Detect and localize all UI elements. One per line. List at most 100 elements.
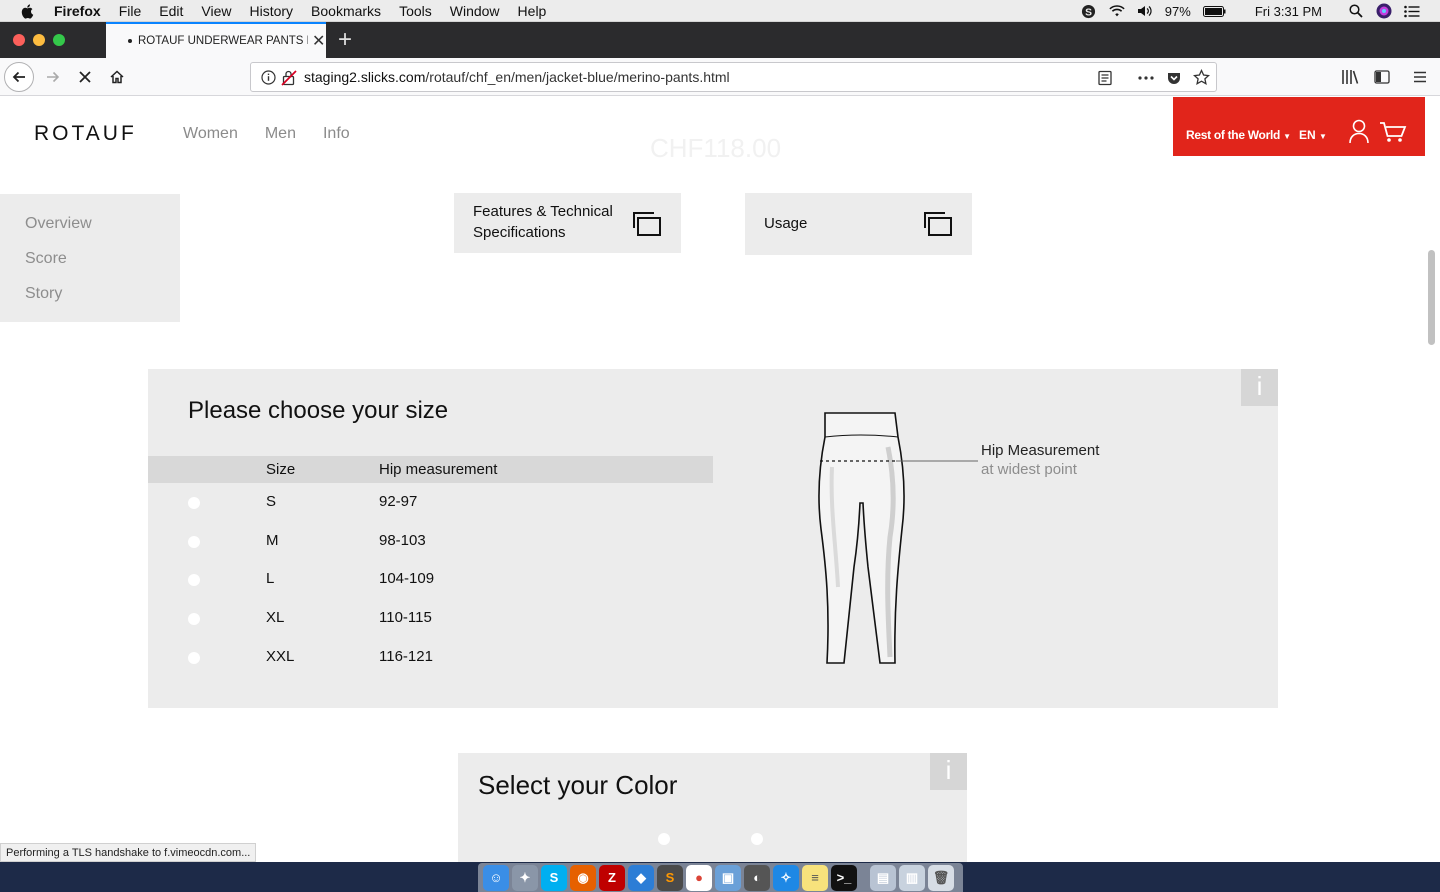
menu-edit[interactable]: Edit (159, 3, 183, 19)
pocket-icon[interactable] (1166, 70, 1182, 86)
apple-menu-icon[interactable] (20, 3, 36, 19)
size-row[interactable]: M 98-103 (148, 528, 713, 558)
size-radio[interactable] (188, 574, 200, 586)
usage-label: Usage (764, 215, 808, 232)
nav-info[interactable]: Info (323, 125, 350, 143)
size-row[interactable]: XXL 116-121 (148, 644, 713, 674)
page-actions-icon[interactable] (1137, 70, 1155, 86)
finder-icon[interactable]: ☺ (483, 864, 509, 891)
sublime-text-icon[interactable]: S (657, 864, 683, 891)
page-scrollbar[interactable] (1428, 250, 1435, 345)
size-info-button[interactable]: i (1241, 369, 1278, 406)
spotlight-search-icon[interactable] (1348, 3, 1364, 19)
sidebar-toggle-icon[interactable] (1374, 69, 1390, 85)
usage-tile[interactable]: Usage (745, 193, 972, 255)
window-zoom-button[interactable] (53, 34, 65, 46)
size-selector-panel: Please choose your size i Size Hip measu… (148, 369, 1278, 708)
size-row[interactable]: S 92-97 (148, 489, 713, 519)
notes-icon[interactable]: ≡ (802, 864, 828, 891)
menu-help[interactable]: Help (518, 3, 547, 19)
caret-down-icon: ▼ (1283, 132, 1291, 141)
tab-loading-indicator (128, 39, 132, 43)
insecure-lock-icon[interactable] (281, 69, 297, 86)
site-logo[interactable]: ROTAUF (34, 122, 137, 146)
size-value: XXL (266, 648, 295, 665)
new-tab-button[interactable]: + (338, 26, 352, 54)
siri-icon[interactable] (1376, 3, 1392, 19)
shopping-cart-icon[interactable] (1379, 121, 1407, 143)
notification-center-icon[interactable] (1404, 3, 1420, 19)
stop-loading-button[interactable] (70, 62, 100, 92)
wifi-icon[interactable] (1109, 3, 1125, 19)
menu-file[interactable]: File (119, 3, 142, 19)
window-minimize-button[interactable] (33, 34, 45, 46)
region-header-box: Rest of the World ▼ EN ▼ (1173, 97, 1425, 156)
forward-button[interactable] (38, 62, 68, 92)
features-specs-tile[interactable]: Features & Technical Specifications (454, 193, 681, 253)
safari-icon[interactable]: ✧ (773, 864, 799, 891)
reader-view-icon[interactable] (1097, 70, 1113, 86)
trash-icon[interactable]: 🗑 (928, 864, 954, 891)
color-info-button[interactable]: i (930, 753, 967, 790)
url-host: staging2.slicks.com (304, 69, 426, 85)
menu-bookmarks[interactable]: Bookmarks (311, 3, 381, 19)
menu-history[interactable]: History (249, 3, 293, 19)
macos-menu-bar: Firefox File Edit View History Bookmarks… (0, 0, 1440, 22)
terminal-icon[interactable]: >_ (831, 864, 857, 891)
size-radio[interactable] (188, 652, 200, 664)
bookmark-star-icon[interactable] (1193, 69, 1210, 86)
firefox-dock-icon[interactable]: ◉ (570, 864, 596, 891)
menu-app-firefox[interactable]: Firefox (54, 3, 101, 19)
user-account-icon[interactable] (1349, 119, 1369, 144)
color-swatch[interactable] (658, 833, 670, 845)
xcode-tools-icon[interactable]: ◆ (628, 864, 654, 891)
launchpad-icon[interactable]: ✦ (512, 864, 538, 891)
tab-close-icon[interactable]: ✕ (312, 31, 325, 51)
subnav-overview[interactable]: Overview (25, 215, 92, 233)
volume-icon[interactable] (1137, 3, 1153, 19)
language-selector[interactable]: EN ▼ (1299, 128, 1327, 142)
url-text[interactable]: staging2.slicks.com/rotauf/chf_en/men/ja… (304, 69, 730, 85)
nav-women[interactable]: Women (183, 125, 238, 143)
filezilla-icon[interactable]: Z (599, 864, 625, 891)
menu-window[interactable]: Window (450, 3, 500, 19)
battery-icon[interactable] (1203, 3, 1227, 19)
open-overlay-icon (924, 212, 952, 236)
menu-tools[interactable]: Tools (399, 3, 432, 19)
subnav-story[interactable]: Story (25, 285, 62, 303)
browser-toolbar: staging2.slicks.com/rotauf/chf_en/men/ja… (0, 58, 1440, 96)
home-button[interactable] (102, 62, 132, 92)
size-row[interactable]: XL 110-115 (148, 605, 713, 635)
chrome-icon[interactable]: ● (686, 864, 712, 891)
language-label: EN (1299, 128, 1316, 142)
size-value: M (266, 532, 279, 549)
back-button[interactable] (4, 62, 34, 92)
color-selector-panel: Select your Color i (458, 753, 967, 863)
size-radio[interactable] (188, 536, 200, 548)
preview-icon[interactable]: ▣ (715, 864, 741, 891)
sequel-pro-icon[interactable]: ◐ (744, 864, 770, 891)
nav-men[interactable]: Men (265, 125, 296, 143)
url-bar[interactable]: staging2.slicks.com/rotauf/chf_en/men/ja… (250, 62, 1217, 92)
size-value: L (266, 570, 275, 587)
skype-icon[interactable]: S (1081, 3, 1097, 19)
region-selector[interactable]: Rest of the World ▼ (1186, 128, 1291, 142)
hip-value: 116-121 (379, 648, 433, 665)
size-radio[interactable] (188, 613, 200, 625)
window-close-button[interactable] (13, 34, 25, 46)
site-info-icon[interactable] (261, 70, 276, 85)
subnav-score[interactable]: Score (25, 250, 67, 268)
skype-dock-icon[interactable]: S (541, 864, 567, 891)
library-icon[interactable] (1341, 69, 1359, 85)
screenshots-stack-icon[interactable]: ▥ (899, 864, 925, 891)
open-overlay-icon (633, 212, 661, 236)
color-swatch[interactable] (751, 833, 763, 845)
menu-view[interactable]: View (201, 3, 231, 19)
size-radio[interactable] (188, 497, 200, 509)
menubar-clock[interactable]: Fri 3:31 PM (1255, 4, 1322, 19)
size-row[interactable]: L 104-109 (148, 566, 713, 596)
downloads-stack-icon[interactable]: ▤ (870, 864, 896, 891)
browser-tab-active[interactable]: ROTAUF UNDERWEAR PANTS M ✕ (106, 22, 326, 58)
hamburger-menu-icon[interactable] (1412, 69, 1428, 85)
region-label: Rest of the World (1186, 128, 1281, 142)
